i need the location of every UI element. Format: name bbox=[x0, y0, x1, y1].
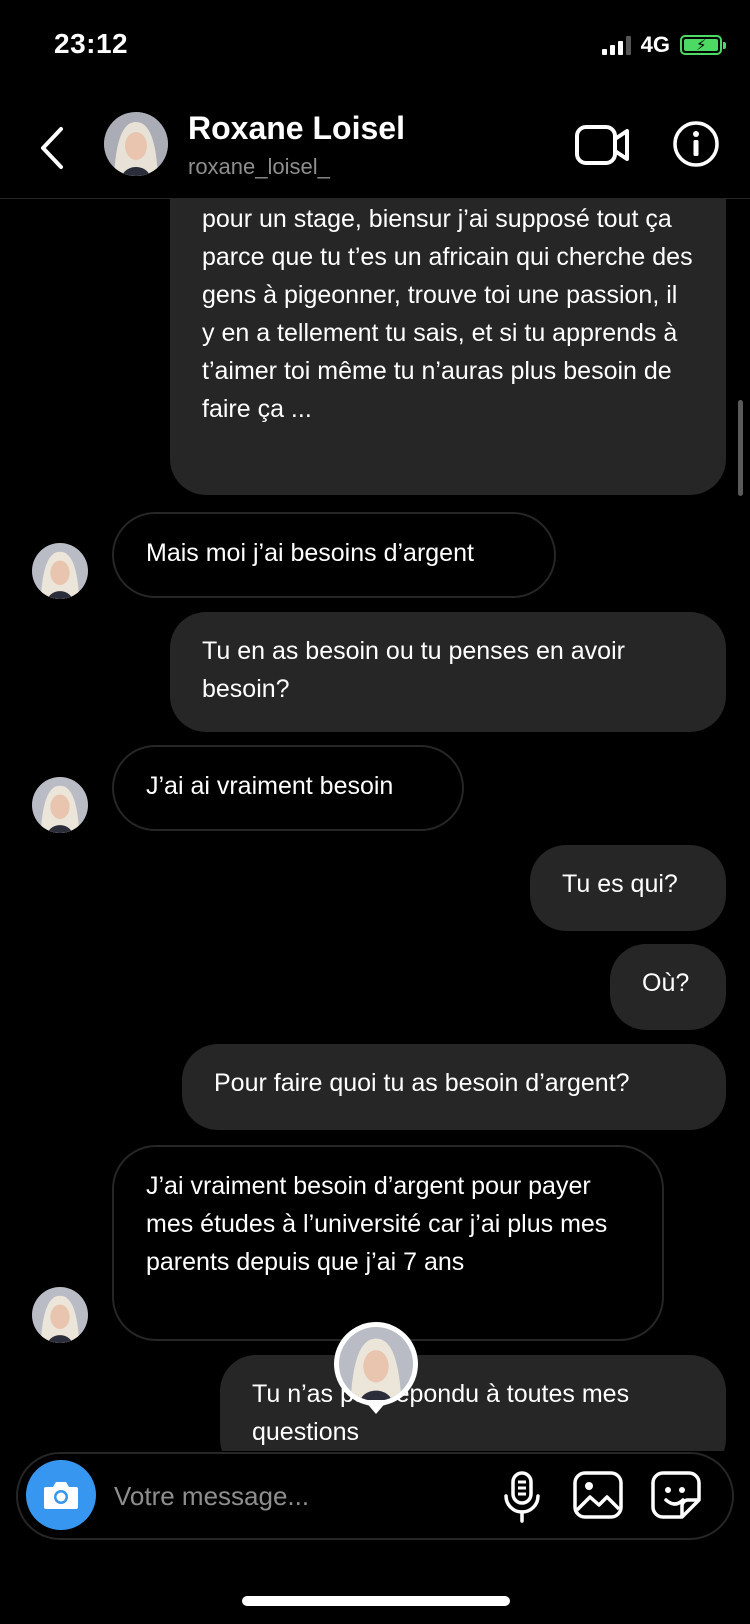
message-thread[interactable]: pour un stage, biensur j’ai supposé tout… bbox=[0, 199, 750, 1451]
info-button[interactable] bbox=[672, 120, 720, 168]
scrollbar[interactable] bbox=[738, 400, 743, 496]
battery-charging-icon: ⚡ bbox=[680, 35, 726, 55]
network-type: 4G bbox=[640, 32, 670, 57]
message-input[interactable] bbox=[112, 1470, 476, 1522]
contact-username: roxane_loisel_ bbox=[188, 154, 330, 179]
microphone-icon bbox=[504, 1471, 540, 1523]
contact-name[interactable]: Roxane Loisel bbox=[188, 110, 405, 147]
message-sent[interactable]: Tu es qui? bbox=[530, 845, 726, 931]
camera-icon bbox=[44, 1482, 78, 1509]
sticker-icon bbox=[651, 1471, 701, 1519]
message-sent[interactable]: pour un stage, biensur j’ai supposé tout… bbox=[170, 199, 726, 495]
sticker-button[interactable] bbox=[650, 1470, 702, 1520]
message-sent[interactable]: Où? bbox=[610, 944, 726, 1030]
video-camera-icon bbox=[575, 125, 629, 165]
sender-avatar[interactable] bbox=[32, 543, 88, 599]
voice-message-button[interactable] bbox=[502, 1470, 542, 1524]
gallery-button[interactable] bbox=[572, 1470, 624, 1520]
status-time: 23:12 bbox=[54, 28, 129, 59]
signal-icon bbox=[601, 35, 631, 55]
home-indicator[interactable] bbox=[242, 1596, 510, 1606]
sender-avatar[interactable] bbox=[32, 1287, 88, 1343]
seen-avatar bbox=[334, 1322, 418, 1406]
seen-avatar-pointer bbox=[364, 1400, 388, 1414]
message-sent[interactable]: Pour faire quoi tu as besoin d’argent? bbox=[182, 1044, 726, 1130]
back-button[interactable] bbox=[30, 118, 74, 178]
message-received[interactable]: J’ai vraiment besoin d’argent pour payer… bbox=[112, 1145, 664, 1341]
status-indicators: 4G ⚡ bbox=[601, 30, 726, 60]
message-received[interactable]: Mais moi j’ai besoins d’argent bbox=[112, 512, 556, 598]
camera-button[interactable] bbox=[26, 1460, 96, 1530]
sender-avatar[interactable] bbox=[32, 777, 88, 833]
message-received[interactable]: J’ai ai vraiment besoin bbox=[112, 745, 464, 831]
chevron-left-icon bbox=[41, 127, 63, 169]
message-sent[interactable]: Tu n’as pas répondu à toutes mes questio… bbox=[220, 1355, 726, 1451]
message-sent[interactable]: Tu en as besoin ou tu penses en avoir be… bbox=[170, 612, 726, 732]
image-icon bbox=[573, 1471, 623, 1519]
contact-avatar[interactable] bbox=[104, 112, 168, 176]
info-icon bbox=[673, 121, 719, 167]
video-call-button[interactable] bbox=[574, 122, 630, 168]
